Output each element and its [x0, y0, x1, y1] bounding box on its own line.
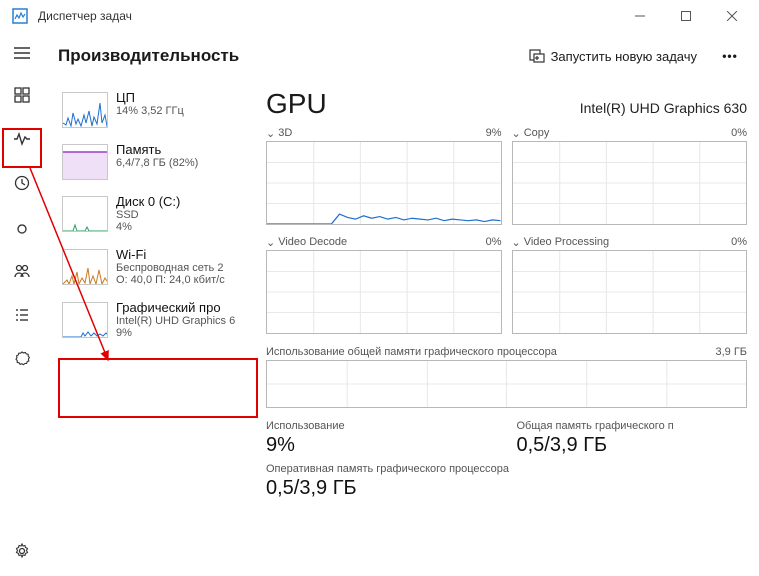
memory-title: Память: [116, 142, 198, 157]
chart-shared-memory: [266, 360, 747, 408]
chevron-down-icon: ⌄: [512, 127, 521, 140]
resource-item-disk[interactable]: Диск 0 (C:) SSD 4%: [58, 188, 258, 239]
more-button[interactable]: •••: [713, 41, 747, 71]
chevron-down-icon: ⌄: [266, 236, 275, 249]
resource-list: ЦП 14% 3,52 ГГц Память 6,4/7,8 ГБ (82%): [58, 84, 258, 576]
memory-thumb: [62, 144, 108, 180]
maximize-button[interactable]: [663, 0, 709, 32]
wifi-sub: Беспроводная сеть 2: [116, 262, 225, 274]
nav-rail: [0, 32, 44, 576]
nav-users[interactable]: [3, 252, 41, 290]
nav-performance[interactable]: [3, 120, 41, 158]
gpu-heading: GPU: [266, 88, 327, 120]
disk-sub: SSD: [116, 209, 180, 221]
chart-copy-value: 0%: [731, 127, 747, 139]
detail-pane: GPU Intel(R) UHD Graphics 630 ⌄3D 9%: [266, 84, 747, 576]
cpu-title: ЦП: [116, 90, 184, 105]
nav-settings[interactable]: [3, 532, 41, 570]
disk-thumb: [62, 196, 108, 232]
minimize-button[interactable]: [617, 0, 663, 32]
gpu-thumb: [62, 302, 108, 338]
close-button[interactable]: [709, 0, 755, 32]
resource-item-cpu[interactable]: ЦП 14% 3,52 ГГц: [58, 84, 258, 134]
wifi-title: Wi-Fi: [116, 247, 225, 262]
chart-videoproc-dropdown[interactable]: ⌄Video Processing: [512, 235, 610, 248]
stat-dedicated-value: 0,5/3,9 ГБ: [266, 477, 747, 500]
titlebar: Диспетчер задач: [0, 0, 759, 32]
stat-shared-value: 0,5/3,9 ГБ: [517, 434, 748, 457]
chart-videodecode-value: 0%: [486, 236, 502, 248]
run-new-task-button[interactable]: Запустить новую задачу: [521, 45, 705, 68]
chevron-down-icon: ⌄: [266, 127, 275, 140]
run-task-icon: [529, 49, 545, 63]
nav-details[interactable]: [3, 296, 41, 334]
page-title: Производительность: [58, 46, 521, 66]
nav-services[interactable]: [3, 340, 41, 378]
nav-startup[interactable]: [3, 208, 41, 246]
chart-copy: [512, 141, 748, 225]
chart-videoproc: [512, 250, 748, 334]
chart-videodecode-dropdown[interactable]: ⌄Video Decode: [266, 235, 347, 248]
nav-processes[interactable]: [3, 76, 41, 114]
stat-utilization-label: Использование: [266, 420, 497, 432]
disk-sub2: 4%: [116, 221, 180, 233]
window-title: Диспетчер задач: [38, 9, 617, 23]
resource-item-wifi[interactable]: Wi-Fi Беспроводная сеть 2 О: 40,0 П: 24,…: [58, 241, 258, 292]
resource-item-memory[interactable]: Память 6,4/7,8 ГБ (82%): [58, 136, 258, 186]
wifi-sub2: О: 40,0 П: 24,0 кбит/с: [116, 274, 225, 286]
gpu-model: Intel(R) UHD Graphics 630: [580, 100, 747, 116]
stat-shared-label: Общая память графического п: [517, 420, 748, 432]
memory-sub: 6,4/7,8 ГБ (82%): [116, 157, 198, 169]
app-icon: [12, 8, 28, 24]
chart-3d-dropdown[interactable]: ⌄3D: [266, 126, 292, 139]
nav-app-history[interactable]: [3, 164, 41, 202]
resource-item-gpu[interactable]: Графический про Intel(R) UHD Graphics 6 …: [58, 294, 258, 345]
shared-mem-max: 3,9 ГБ: [715, 346, 747, 358]
shared-mem-label: Использование общей памяти графического …: [266, 346, 557, 358]
chart-videodecode: [266, 250, 502, 334]
cpu-thumb: [62, 92, 108, 128]
chevron-down-icon: ⌄: [512, 236, 521, 249]
stat-utilization-value: 9%: [266, 434, 497, 457]
stat-dedicated-label: Оперативная память графического процессо…: [266, 463, 747, 475]
wifi-thumb: [62, 249, 108, 285]
gpu-sub: Intel(R) UHD Graphics 6: [116, 315, 235, 327]
cpu-sub: 14% 3,52 ГГц: [116, 105, 184, 117]
run-task-label: Запустить новую задачу: [551, 49, 697, 64]
hamburger-button[interactable]: [3, 36, 41, 70]
chart-3d: [266, 141, 502, 225]
chart-videoproc-value: 0%: [731, 236, 747, 248]
chart-copy-dropdown[interactable]: ⌄Copy: [512, 126, 550, 139]
gpu-sub2: 9%: [116, 327, 235, 339]
disk-title: Диск 0 (C:): [116, 194, 180, 209]
gpu-title: Графический про: [116, 300, 235, 315]
chart-3d-value: 9%: [486, 127, 502, 139]
